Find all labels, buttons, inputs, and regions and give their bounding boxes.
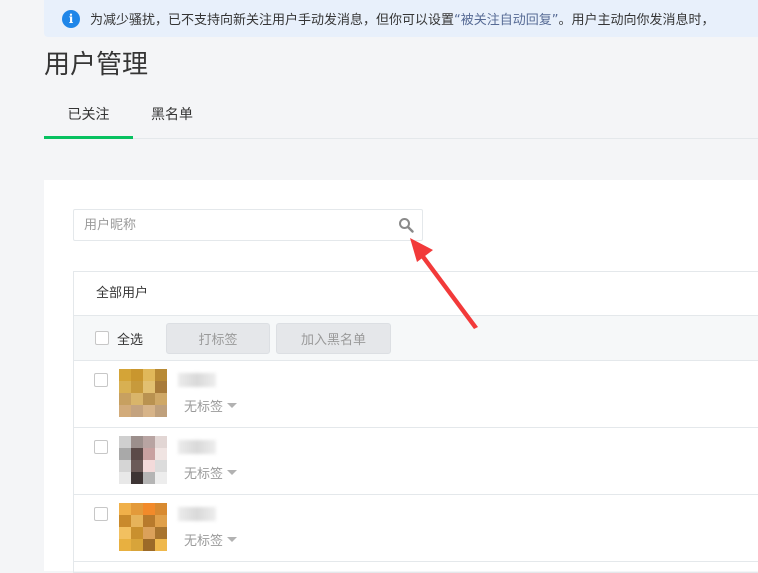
notice-text-after: 。用户主动向你发消息时，	[558, 13, 715, 28]
notice-text-before: 为减少骚扰，已不支持向新关注用户手动发消息，但你可以设置	[90, 13, 455, 28]
user-checkbox[interactable]	[94, 507, 108, 521]
user-row: 无标签	[74, 495, 758, 562]
user-list-panel: 全部用户 全选 打标签 加入黑名单 无标签 无标签	[44, 180, 758, 573]
avatar[interactable]	[119, 369, 167, 417]
page-title: 用户管理	[44, 50, 149, 80]
user-row: 无标签	[74, 428, 758, 495]
tag-label: 无标签	[184, 400, 224, 415]
tag-dropdown[interactable]: 无标签	[184, 530, 238, 549]
batch-toolbar: 全选 打标签 加入黑名单	[74, 316, 758, 361]
caret-down-icon	[227, 403, 238, 408]
avatar[interactable]	[119, 436, 167, 484]
select-all[interactable]: 全选	[95, 329, 143, 348]
tag-dropdown[interactable]: 无标签	[184, 396, 238, 415]
info-icon: i	[62, 9, 80, 28]
caret-down-icon	[227, 470, 238, 475]
tab-blacklist[interactable]: 黑名单	[142, 92, 202, 138]
group-header: 全部用户	[74, 272, 758, 316]
add-to-blacklist-button[interactable]: 加入黑名单	[276, 322, 392, 354]
avatar[interactable]	[119, 503, 167, 551]
select-all-label: 全选	[117, 332, 144, 348]
tag-button[interactable]: 打标签	[166, 322, 271, 354]
tag-label: 无标签	[184, 467, 224, 482]
tag-label: 无标签	[184, 534, 224, 549]
search-input[interactable]	[74, 210, 404, 240]
caret-down-icon	[227, 537, 238, 542]
select-all-checkbox[interactable]	[95, 331, 109, 345]
user-nickname	[178, 507, 216, 521]
auto-reply-link[interactable]: “被关注自动回复”	[454, 13, 558, 28]
search-box	[73, 209, 423, 241]
tag-dropdown[interactable]: 无标签	[184, 463, 238, 482]
user-row: 无标签	[74, 361, 758, 428]
user-nickname	[178, 373, 216, 387]
user-table: 全部用户 全选 打标签 加入黑名单 无标签 无标签 无标签	[73, 271, 758, 573]
user-checkbox[interactable]	[94, 373, 108, 387]
tab-followed[interactable]: 已关注	[44, 92, 133, 139]
notice-text: 为减少骚扰，已不支持向新关注用户手动发消息，但你可以设置“被关注自动回复”。用户…	[90, 9, 715, 28]
search-icon[interactable]	[398, 217, 414, 233]
tab-bar: 已关注 黑名单	[44, 92, 758, 139]
user-nickname	[178, 440, 216, 454]
user-checkbox[interactable]	[94, 440, 108, 454]
notice-banner: i 为减少骚扰，已不支持向新关注用户手动发消息，但你可以设置“被关注自动回复”。…	[44, 0, 758, 37]
